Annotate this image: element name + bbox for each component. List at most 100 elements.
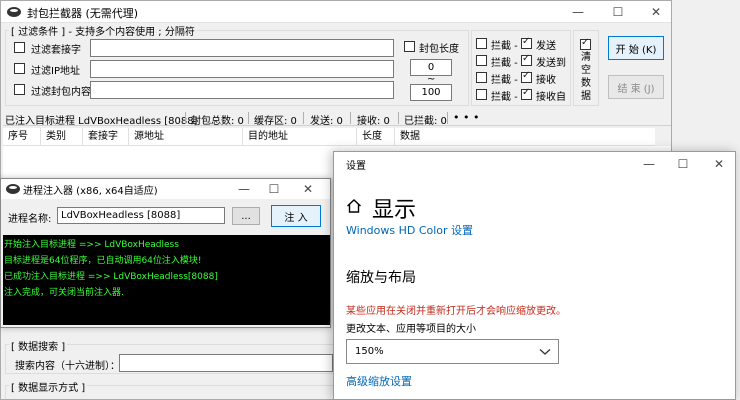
settings-window-title: 设置 — [346, 161, 366, 172]
minimize-icon: — — [238, 182, 250, 196]
status-separator — [447, 112, 448, 124]
status-dots: • • • — [453, 111, 480, 124]
main-window-title: 封包拦截器 (无需代理) — [27, 7, 139, 20]
inject-button[interactable]: 注 入 — [271, 205, 321, 227]
intercept-sendto-checkbox[interactable] — [476, 55, 487, 66]
status-cache: 缓存区: 0 — [254, 116, 297, 127]
settings-maximize-button[interactable]: ☐ — [668, 152, 698, 176]
filter-group-label: [ 过滤条件 ] - 支持多个内容使用 ; 分隔符 — [9, 23, 197, 38]
maximize-icon: ☐ — [677, 157, 689, 171]
column-header-type[interactable]: 类别 — [41, 128, 83, 145]
column-header-socket[interactable]: 套接字 — [83, 128, 129, 145]
filter-content-label: 过滤封包内容 — [31, 87, 91, 98]
recv-label: 接收 — [536, 75, 556, 86]
maximize-button[interactable]: ☐ — [603, 1, 633, 23]
scale-dropdown-value: 150% — [355, 346, 384, 357]
injector-minimize-button[interactable]: — — [229, 179, 259, 199]
minimize-icon: — — [572, 5, 584, 19]
status-separator — [185, 112, 186, 124]
injector-logo-icon — [6, 184, 20, 194]
filter-content-checkbox[interactable] — [14, 84, 25, 95]
maximize-icon: ☐ — [612, 5, 624, 19]
main-titlebar[interactable]: 封包拦截器 (无需代理) — ☐ ✕ — [1, 1, 671, 23]
settings-page-title: 显示 — [372, 198, 417, 223]
settings-window: 设置 — ☐ ✕ 显示 Windows HD Color 设置 缩放与布局 某些… — [333, 151, 736, 400]
column-header-destination[interactable]: 目的地址 — [243, 128, 357, 145]
process-injector-window: 进程注入器 (x86, x64自适应) — ☐ ✕ 进程名称: LdVBoxHe… — [0, 178, 331, 328]
chevron-down-icon — [539, 349, 551, 355]
filter-ip-label: 过滤IP地址 — [31, 66, 80, 77]
filter-ip-checkbox[interactable] — [14, 63, 25, 74]
recvfrom-label: 接收自 — [536, 92, 566, 103]
end-button[interactable]: 结 束 (J) — [608, 75, 664, 99]
packet-length-max-input[interactable]: 100 — [410, 84, 452, 101]
search-group-label: [ 数据搜索 ] — [9, 338, 68, 353]
send-label: 发送 — [536, 41, 556, 52]
injector-close-button[interactable]: ✕ — [293, 179, 323, 199]
clear-data-label: 清空数据 — [581, 52, 591, 102]
status-separator — [350, 112, 351, 124]
close-icon: ✕ — [650, 5, 662, 19]
settings-minimize-button[interactable]: — — [634, 152, 664, 176]
search-input[interactable] — [119, 354, 333, 372]
intercept-send-checkbox[interactable] — [476, 38, 487, 49]
windows-hd-color-link[interactable]: Windows HD Color 设置 — [346, 222, 473, 238]
column-header-length[interactable]: 长度 — [357, 128, 395, 145]
minimize-icon: — — [643, 157, 655, 171]
intercept-sendto-label: 拦截 - — [491, 58, 518, 69]
close-icon: ✕ — [713, 157, 725, 171]
scale-dropdown[interactable]: 150% — [346, 339, 559, 364]
filter-socket-input[interactable] — [90, 39, 394, 57]
scale-warning-text: 某些应用在关闭并重新打开后才会响应缩放更改。 — [346, 306, 566, 317]
console-line: 注入完成，可关闭当前注入器. — [4, 288, 124, 298]
advanced-scaling-link[interactable]: 高级缩放设置 — [346, 373, 412, 389]
recv-checkbox[interactable] — [521, 70, 532, 83]
status-intercepted: 已拦截: 0 — [404, 116, 447, 127]
column-header-index[interactable]: 序号 — [3, 128, 41, 145]
close-icon: ✕ — [302, 182, 314, 196]
filter-socket-checkbox[interactable] — [14, 42, 25, 53]
status-recv: 接收: 0 — [357, 116, 390, 127]
packet-length-checkbox[interactable] — [404, 41, 415, 52]
filter-ip-input[interactable] — [90, 60, 394, 78]
intercept-recv-checkbox[interactable] — [476, 72, 487, 83]
column-header-data[interactable]: 数据 — [395, 128, 655, 145]
intercept-recvfrom-label: 拦截 - — [491, 92, 518, 103]
filter-socket-label: 过滤套接字 — [31, 45, 81, 56]
status-process: 已注入目标进程 LdVBoxHeadless [8088] — [5, 116, 198, 127]
status-separator — [248, 112, 249, 124]
intercept-recvfrom-checkbox[interactable] — [476, 89, 487, 100]
close-button[interactable]: ✕ — [641, 1, 671, 23]
packet-table-header: 序号 类别 套接字 源地址 目的地址 长度 数据 — [3, 128, 655, 146]
injector-maximize-button[interactable]: ☐ — [259, 179, 289, 199]
injector-titlebar[interactable]: 进程注入器 (x86, x64自适应) — ☐ ✕ — [1, 179, 330, 199]
scale-layout-heading: 缩放与布局 — [346, 270, 416, 286]
settings-titlebar[interactable]: 设置 — ☐ ✕ — [334, 152, 735, 176]
injector-window-title: 进程注入器 (x86, x64自适应) — [23, 186, 158, 197]
search-label: 搜索内容（十六进制）： — [15, 361, 120, 372]
minimize-button[interactable]: — — [563, 1, 593, 23]
send-checkbox[interactable] — [521, 36, 532, 49]
injector-console: 开始注入目标进程 =>> LdVBoxHeadless 目标进程是64位程序，已… — [3, 235, 330, 325]
console-line: 开始注入目标进程 =>> LdVBoxHeadless — [4, 240, 179, 250]
sendto-checkbox[interactable] — [521, 53, 532, 66]
status-separator — [398, 112, 399, 124]
app-logo-icon — [7, 7, 21, 17]
process-name-label: 进程名称: — [8, 214, 52, 225]
intercept-recv-label: 拦截 - — [491, 75, 518, 86]
console-line: 目标进程是64位程序，已自动调用64位注入模块! — [4, 256, 202, 266]
clear-data-checkbox[interactable] — [580, 37, 591, 50]
status-total: 封包总数: 0 — [191, 116, 244, 127]
recvfrom-checkbox[interactable] — [521, 87, 532, 100]
process-name-input[interactable]: LdVBoxHeadless [8088] — [57, 207, 225, 224]
filter-content-input[interactable] — [90, 81, 394, 99]
display-mode-group-label: [ 数据显示方式 ] — [9, 379, 88, 394]
home-icon[interactable] — [346, 198, 362, 214]
status-send: 发送: 0 — [310, 116, 343, 127]
start-button[interactable]: 开 始 (K) — [608, 36, 664, 60]
scale-size-label: 更改文本、应用等项目的大小 — [346, 324, 476, 335]
maximize-icon: ☐ — [268, 182, 280, 196]
browse-process-button[interactable]: ... — [232, 207, 260, 225]
settings-close-button[interactable]: ✕ — [704, 152, 734, 176]
column-header-source[interactable]: 源地址 — [129, 128, 243, 145]
